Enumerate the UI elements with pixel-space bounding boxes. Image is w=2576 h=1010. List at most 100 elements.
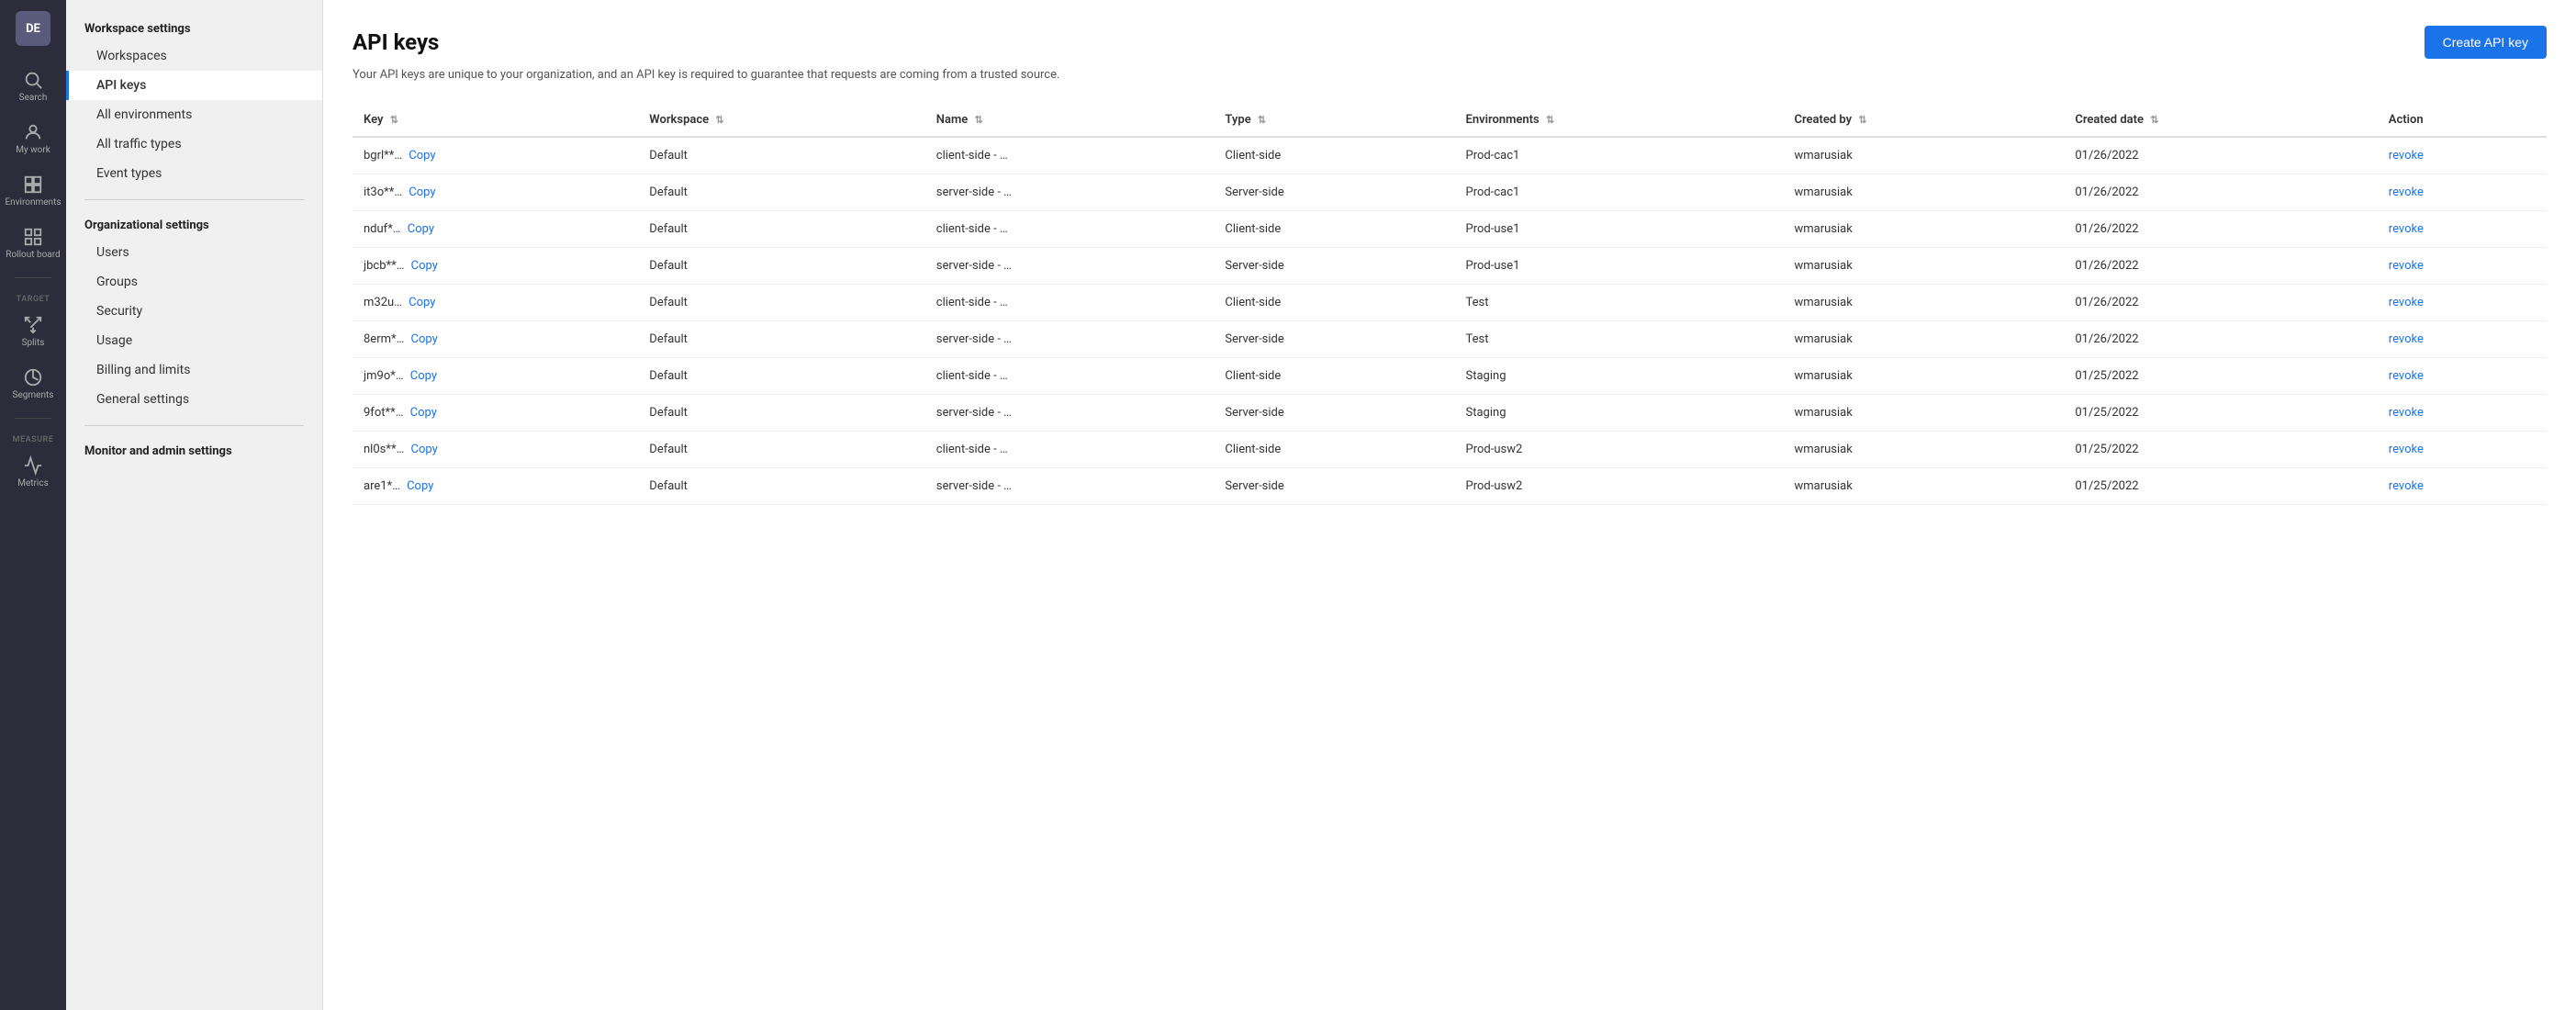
- create-api-key-button[interactable]: Create API key: [2425, 26, 2547, 59]
- api-keys-table: Key ⇅ Workspace ⇅ Name ⇅ Type ⇅ Environm…: [353, 104, 2547, 505]
- main-content: API keys Create API key Your API keys ar…: [323, 0, 2576, 1010]
- page-description: Your API keys are unique to your organiz…: [353, 68, 2547, 82]
- nav-my-work-label: My work: [16, 145, 50, 156]
- sidebar-item-workspaces[interactable]: Workspaces: [66, 41, 322, 71]
- revoke-key-3[interactable]: revoke: [2389, 259, 2424, 273]
- cell-action-7: revoke: [2378, 395, 2547, 432]
- cell-environment-4: Test: [1455, 285, 1784, 321]
- revoke-key-2[interactable]: revoke: [2389, 222, 2424, 236]
- sidebar-item-billing[interactable]: Billing and limits: [66, 355, 322, 385]
- cell-type-1: Server-side: [1214, 174, 1454, 211]
- revoke-key-0[interactable]: revoke: [2389, 149, 2424, 163]
- cell-name-1: server-side - …: [925, 174, 1215, 211]
- sidebar-item-general-settings[interactable]: General settings: [66, 385, 322, 414]
- copy-key-4[interactable]: Copy: [409, 296, 435, 309]
- nav-environments[interactable]: Environments: [0, 165, 66, 218]
- cell-created-by-3: wmarusiak: [1783, 248, 2064, 285]
- cell-key-6: jm9o*… Copy: [353, 358, 638, 395]
- cell-name-7: server-side - …: [925, 395, 1215, 432]
- revoke-key-9[interactable]: revoke: [2389, 479, 2424, 493]
- table-row: jm9o*… Copy Default client-side - … Clie…: [353, 358, 2547, 395]
- nav-rollout-board[interactable]: Rollout board: [0, 218, 66, 270]
- sidebar-item-all-environments[interactable]: All environments: [66, 100, 322, 129]
- cell-name-0: client-side - …: [925, 137, 1215, 174]
- target-label: TARGET: [17, 295, 50, 304]
- sidebar-item-event-types[interactable]: Event types: [66, 159, 322, 188]
- sort-key-icon: ⇅: [390, 114, 398, 126]
- copy-key-3[interactable]: Copy: [411, 259, 438, 273]
- sidebar-item-usage[interactable]: Usage: [66, 326, 322, 355]
- sidebar-item-groups[interactable]: Groups: [66, 267, 322, 297]
- cell-key-3: jbcb**… Copy: [353, 248, 638, 285]
- col-key[interactable]: Key ⇅: [353, 104, 638, 137]
- nav-search[interactable]: Search: [0, 61, 66, 113]
- copy-key-7[interactable]: Copy: [410, 406, 437, 420]
- cell-environment-8: Prod-usw2: [1455, 432, 1784, 468]
- table-header: Key ⇅ Workspace ⇅ Name ⇅ Type ⇅ Environm…: [353, 104, 2547, 137]
- cell-key-2: nduf*… Copy: [353, 211, 638, 248]
- nav-segments-label: Segments: [13, 390, 54, 401]
- cell-workspace-3: Default: [638, 248, 924, 285]
- page-title: API keys: [353, 29, 439, 55]
- revoke-key-7[interactable]: revoke: [2389, 406, 2424, 420]
- cell-environment-3: Prod-use1: [1455, 248, 1784, 285]
- revoke-key-1[interactable]: revoke: [2389, 185, 2424, 199]
- col-created-date[interactable]: Created date ⇅: [2064, 104, 2377, 137]
- org-settings-title: Organizational settings: [66, 211, 322, 238]
- copy-key-2[interactable]: Copy: [408, 222, 434, 236]
- icon-nav: DE Search My work Environments Rollout b…: [0, 0, 66, 1010]
- cell-workspace-6: Default: [638, 358, 924, 395]
- col-created-by[interactable]: Created by ⇅: [1783, 104, 2064, 137]
- copy-key-1[interactable]: Copy: [409, 185, 435, 199]
- sidebar-item-security[interactable]: Security: [66, 297, 322, 326]
- cell-created-date-2: 01/26/2022: [2064, 211, 2377, 248]
- cell-environment-6: Staging: [1455, 358, 1784, 395]
- nav-my-work[interactable]: My work: [0, 113, 66, 165]
- cell-created-date-9: 01/25/2022: [2064, 468, 2377, 505]
- sidebar-divider-1: [84, 199, 304, 200]
- col-workspace[interactable]: Workspace ⇅: [638, 104, 924, 137]
- cell-workspace-5: Default: [638, 321, 924, 358]
- cell-type-0: Client-side: [1214, 137, 1454, 174]
- nav-segments[interactable]: Segments: [0, 358, 66, 410]
- revoke-key-8[interactable]: revoke: [2389, 443, 2424, 456]
- nav-splits[interactable]: Splits: [0, 306, 66, 358]
- cell-type-8: Client-side: [1214, 432, 1454, 468]
- col-environments[interactable]: Environments ⇅: [1455, 104, 1784, 137]
- cell-action-5: revoke: [2378, 321, 2547, 358]
- revoke-key-5[interactable]: revoke: [2389, 332, 2424, 346]
- cell-type-5: Server-side: [1214, 321, 1454, 358]
- cell-action-3: revoke: [2378, 248, 2547, 285]
- cell-key-8: nl0s**… Copy: [353, 432, 638, 468]
- sidebar-item-all-traffic-types[interactable]: All traffic types: [66, 129, 322, 159]
- copy-key-0[interactable]: Copy: [409, 149, 435, 163]
- cell-environment-5: Test: [1455, 321, 1784, 358]
- cell-type-4: Client-side: [1214, 285, 1454, 321]
- cell-created-by-1: wmarusiak: [1783, 174, 2064, 211]
- copy-key-9[interactable]: Copy: [407, 479, 433, 493]
- sidebar-item-api-keys[interactable]: API keys: [66, 71, 322, 100]
- cell-key-4: m32u… Copy: [353, 285, 638, 321]
- cell-created-by-4: wmarusiak: [1783, 285, 2064, 321]
- cell-workspace-4: Default: [638, 285, 924, 321]
- revoke-key-6[interactable]: revoke: [2389, 369, 2424, 383]
- col-name[interactable]: Name ⇅: [925, 104, 1215, 137]
- table-row: 8erm*… Copy Default server-side - … Serv…: [353, 321, 2547, 358]
- copy-key-8[interactable]: Copy: [410, 443, 437, 456]
- table-row: bgrl**… Copy Default client-side - … Cli…: [353, 137, 2547, 174]
- copy-key-6[interactable]: Copy: [410, 369, 437, 383]
- cell-type-7: Server-side: [1214, 395, 1454, 432]
- sidebar-item-users[interactable]: Users: [66, 238, 322, 267]
- sidebar-divider-2: [84, 425, 304, 426]
- cell-name-4: client-side - …: [925, 285, 1215, 321]
- measure-label: MEASURE: [13, 435, 54, 444]
- cell-environment-9: Prod-usw2: [1455, 468, 1784, 505]
- sort-type-icon: ⇅: [1258, 114, 1266, 126]
- nav-metrics[interactable]: Metrics: [0, 446, 66, 499]
- col-type[interactable]: Type ⇅: [1214, 104, 1454, 137]
- cell-created-date-6: 01/25/2022: [2064, 358, 2377, 395]
- revoke-key-4[interactable]: revoke: [2389, 296, 2424, 309]
- cell-created-date-5: 01/26/2022: [2064, 321, 2377, 358]
- copy-key-5[interactable]: Copy: [411, 332, 438, 346]
- cell-key-1: it3o**… Copy: [353, 174, 638, 211]
